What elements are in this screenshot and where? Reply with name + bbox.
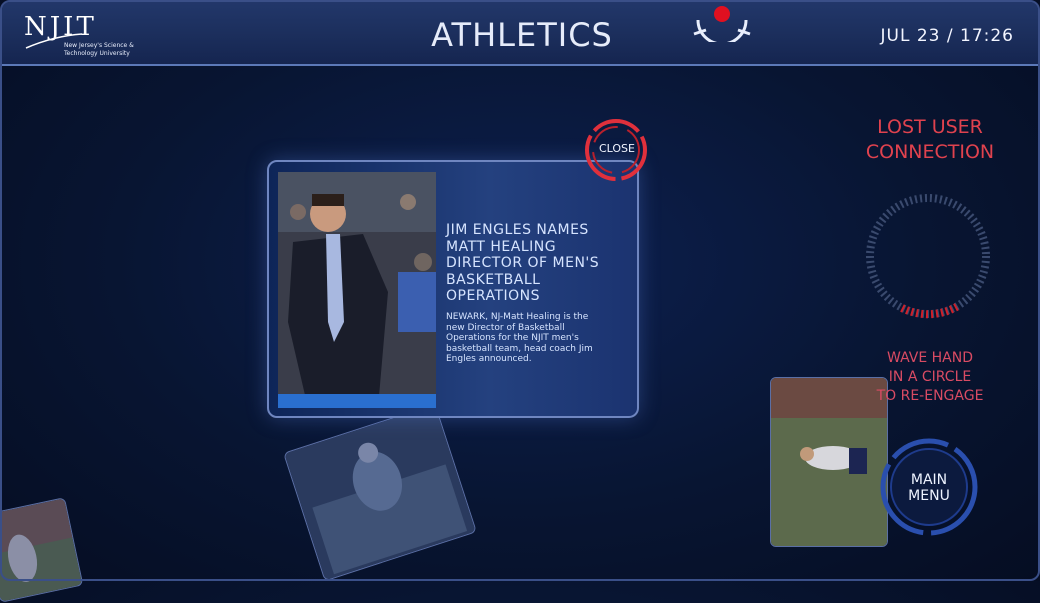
menu-line-2: MENU [908,488,950,504]
wave-line-3: TO RE-ENGAGE [876,388,984,404]
baseball-photo [0,497,84,603]
background-photo-tile[interactable] [283,403,477,582]
lost-connection-message: LOST USER CONNECTION [860,115,1000,165]
wave-line-1: WAVE HAND [887,350,973,366]
wave-instruction: WAVE HAND IN A CIRCLE TO RE-ENGAGE [862,349,998,406]
baseball-photo [284,404,477,582]
record-indicator-icon [693,6,751,42]
article-card: JIM ENGLES NAMES MATT HEALING DIRECTOR O… [267,160,639,418]
reengage-progress-ring-icon [866,194,990,319]
lost-line-1: LOST USER [877,116,983,138]
menu-line-1: MAIN [910,472,948,488]
header-bar: NJIT New Jersey's Science & Technology U… [2,2,1038,66]
close-label: CLOSE [598,142,635,155]
coach-photo [278,172,436,408]
article-body: NEWARK, NJ-Matt Healing is the new Direc… [446,312,593,364]
menu-label: MAIN MENU [878,472,980,504]
lost-line-2: CONNECTION [865,141,995,163]
main-menu-button[interactable]: MAIN MENU [878,436,980,538]
date-time: JUL 23 / 17:26 [880,26,1014,46]
background-photo-tile[interactable] [0,497,84,603]
article-photo [278,172,436,408]
close-button[interactable]: CLOSE [582,116,650,184]
article-headline: JIM ENGLES NAMES MATT HEALING DIRECTOR O… [446,222,600,304]
wave-line-2: IN A CIRCLE [888,369,972,385]
